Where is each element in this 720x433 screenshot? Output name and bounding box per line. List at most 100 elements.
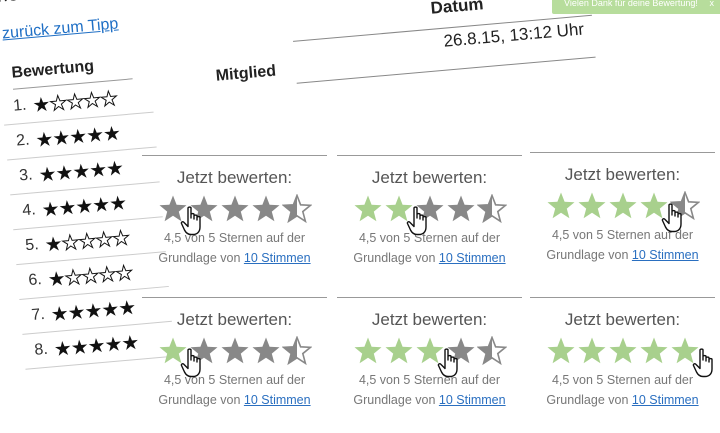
star-icon[interactable] <box>251 336 281 366</box>
rating-widget: Jetzt bewerten: 4,5 von 5 Sternen auf der… <box>530 152 715 288</box>
rating-summary-text: 4,5 von 5 Sternen auf der <box>163 231 306 245</box>
star-icon: ★ <box>63 266 83 290</box>
star-rating-input[interactable] <box>530 336 715 378</box>
rank-number: 6. <box>27 271 43 290</box>
star-icon: ★ <box>54 161 74 185</box>
rating-widget: Jetzt bewerten: 4,5 von 5 Sternen auf der… <box>530 297 715 433</box>
star-rating-input[interactable] <box>142 336 327 378</box>
toast-message: Vielen Dank für deine Bewertung! <box>564 0 698 8</box>
mini-star-rating: ★★★★★ <box>37 155 124 187</box>
star-icon[interactable] <box>608 191 638 221</box>
star-icon: ★ <box>100 297 120 322</box>
mitglied-header: Mitglied <box>215 62 277 85</box>
star-icon[interactable] <box>546 191 576 221</box>
star-icon: ★ <box>52 337 72 361</box>
comment-header: Datum 26.8.15, 13:12 Uhr Mitglied <box>210 0 608 120</box>
star-icon: ★ <box>34 128 54 152</box>
votes-link[interactable]: 10 Stimmen <box>244 251 311 265</box>
rate-now-label: Jetzt bewerten: <box>176 168 293 187</box>
rating-basis-text: Grundlage von <box>546 248 632 262</box>
page-title: me des Tipps <box>0 0 151 8</box>
star-rating-input[interactable] <box>142 194 327 236</box>
rating-basis-text: Grundlage von <box>353 251 439 265</box>
star-icon: ★ <box>97 263 117 287</box>
hand-pointer-icon <box>180 206 201 236</box>
star-icon[interactable] <box>546 336 576 366</box>
star-icon[interactable] <box>251 194 281 224</box>
star-icon[interactable] <box>476 194 507 224</box>
votes-link[interactable]: 10 Stimmen <box>632 248 699 262</box>
star-icon: ★ <box>46 267 66 291</box>
mini-star-rating: ★★★★★ <box>34 120 121 152</box>
rating-summary-text: 4,5 von 5 Sternen auf der <box>358 373 501 387</box>
rating-widget: Jetzt bewerten: 4,5 von 5 Sternen auf der… <box>142 297 327 433</box>
hand-pointer-icon <box>180 348 201 378</box>
rank-number: 7. <box>30 305 46 324</box>
star-icon[interactable] <box>384 336 414 366</box>
star-icon[interactable] <box>220 336 250 366</box>
star-icon[interactable] <box>353 336 383 366</box>
back-to-tipp-link[interactable]: zurück zum Tipp <box>1 12 154 43</box>
star-icon: ★ <box>68 125 88 149</box>
star-icon[interactable] <box>446 194 476 224</box>
rating-basis-line: Grundlage von 10 Stimmen <box>142 390 327 410</box>
star-icon[interactable] <box>577 336 607 366</box>
votes-link[interactable]: 10 Stimmen <box>439 251 506 265</box>
rate-now-label: Jetzt bewerten: <box>564 165 681 184</box>
star-icon: ★ <box>51 126 71 150</box>
rating-widget: Jetzt bewerten: 4,5 von 5 Sternen auf der… <box>142 155 327 291</box>
star-icon: ★ <box>120 331 140 355</box>
star-icon: ★ <box>69 335 89 360</box>
star-rating-input[interactable] <box>530 191 715 233</box>
mini-star-rating: ★★★★★ <box>31 85 119 117</box>
rating-basis-line: Grundlage von 10 Stimmen <box>337 248 522 268</box>
rating-summary-text: 4,5 von 5 Sternen auf der <box>551 228 694 242</box>
star-icon: ★ <box>43 232 63 257</box>
hand-pointer-icon <box>692 348 713 378</box>
star-icon: ★ <box>48 91 68 116</box>
star-icon[interactable] <box>353 194 383 224</box>
rating-widget: Jetzt bewerten: 4,5 von 5 Sternen auf der… <box>337 155 522 291</box>
star-icon[interactable] <box>577 191 607 221</box>
star-rating-input[interactable] <box>337 194 522 236</box>
mini-star-rating: ★★★★★ <box>44 225 131 257</box>
star-icon: ★ <box>103 332 123 357</box>
star-icon: ★ <box>111 226 131 251</box>
star-icon: ★ <box>114 261 134 286</box>
star-icon: ★ <box>40 197 60 222</box>
star-icon: ★ <box>102 122 121 146</box>
hand-pointer-icon <box>437 348 458 378</box>
star-icon: ★ <box>57 196 77 220</box>
mini-star-rating: ★★★★★ <box>50 294 137 326</box>
star-icon[interactable] <box>281 336 312 366</box>
rank-number: 5. <box>24 236 40 255</box>
rank-number: 3. <box>18 166 34 185</box>
rating-summary: 4,5 von 5 Sternen auf der Grundlage von 1… <box>530 225 715 265</box>
star-icon: ★ <box>105 157 124 181</box>
star-icon[interactable] <box>476 336 507 366</box>
datum-header: Datum <box>429 0 485 18</box>
mini-star-rating: ★★★★★ <box>41 190 128 222</box>
star-icon: ★ <box>94 228 114 252</box>
star-icon: ★ <box>74 194 94 219</box>
close-icon[interactable]: x <box>710 0 715 14</box>
star-rating-input[interactable] <box>337 336 522 378</box>
star-icon: ★ <box>88 158 108 182</box>
rating-summary-text: 4,5 von 5 Sternen auf der <box>551 373 694 387</box>
mini-star-rating: ★★★★★ <box>53 329 140 361</box>
rating-basis-line: Grundlage von 10 Stimmen <box>142 248 327 268</box>
star-icon: ★ <box>117 296 137 320</box>
star-icon[interactable] <box>639 336 669 366</box>
star-icon: ★ <box>49 302 69 326</box>
star-icon[interactable] <box>281 194 312 224</box>
star-icon[interactable] <box>220 194 250 224</box>
rating-basis-line: Grundlage von 10 Stimmen <box>530 245 715 265</box>
star-icon: ★ <box>65 90 85 114</box>
hand-pointer-icon <box>661 203 682 233</box>
star-icon: ★ <box>99 87 119 111</box>
rating-summary: 4,5 von 5 Sternen auf der Grundlage von 1… <box>337 370 522 410</box>
rank-number: 4. <box>21 201 37 220</box>
rating-summary: 4,5 von 5 Sternen auf der Grundlage von 1… <box>142 370 327 410</box>
star-icon[interactable] <box>608 336 638 366</box>
star-icon: ★ <box>71 159 91 184</box>
